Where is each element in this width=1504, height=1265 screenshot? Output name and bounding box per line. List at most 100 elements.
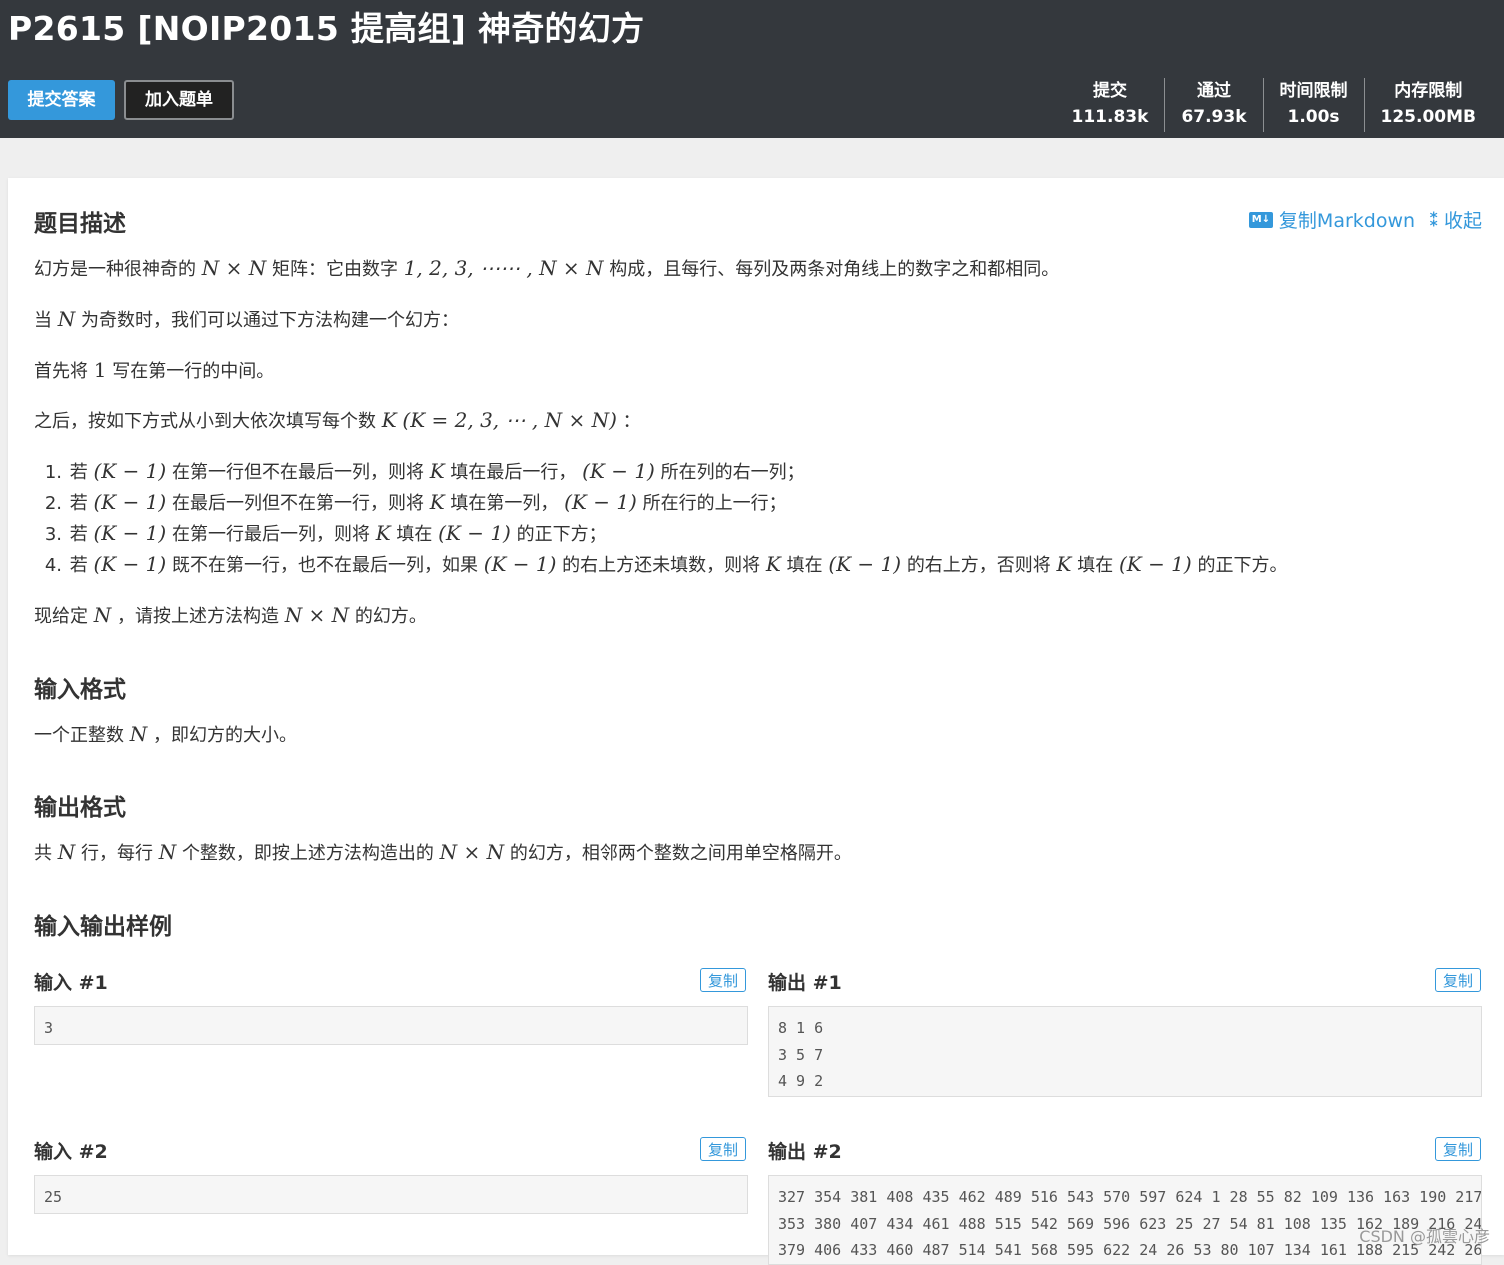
stat-label: 提交 — [1092, 81, 1127, 101]
list-item: 1. 若 (K − 1) 在第一行但不在最后一列，则将 K 填在最后一行， (K… — [34, 456, 1287, 487]
sample-input-box[interactable]: 3 — [34, 1006, 748, 1045]
output-format-heading: 输出格式 — [34, 795, 126, 821]
text: 填在最后一行， — [450, 462, 577, 483]
description-paragraph-3: 首先将 1 写在第一行的中间。 — [34, 357, 274, 383]
problem-tools: M↓ 复制Markdown ⁑ 收起 — [1248, 206, 1482, 233]
text: 若 — [69, 524, 88, 545]
text: 在第一行最后一列，则将 — [171, 524, 370, 545]
text: 的正下方。 — [1197, 555, 1288, 576]
math-K: K — [429, 459, 445, 483]
math-sequence: 1, 2, 3, ⋯⋯ , N × N — [403, 256, 604, 280]
math-K-minus-1: (K − 1) — [582, 459, 655, 483]
copy-output-button[interactable]: 复制 — [1435, 1137, 1481, 1161]
add-to-list-button[interactable]: 加入题单 — [124, 80, 234, 120]
collapse-label: 收起 — [1443, 210, 1482, 232]
math-NxN: N × N — [439, 840, 505, 864]
markdown-icon: M↓ — [1248, 211, 1273, 228]
text: 填在 — [786, 555, 823, 576]
text: 当 — [34, 310, 52, 331]
text: 的幻方。 — [354, 606, 427, 627]
list-number: 2. — [44, 493, 62, 514]
math-N: N — [93, 603, 112, 627]
sample-output-label: 输出 #2 — [768, 1141, 842, 1163]
copy-markdown-label: 复制Markdown — [1278, 210, 1416, 232]
text: 若 — [69, 462, 88, 483]
stat-value: 111.83k — [1071, 107, 1149, 127]
list-number: 3. — [44, 524, 62, 545]
text: 首先将 — [34, 361, 88, 382]
text: 填在 — [396, 524, 433, 545]
list-number: 1. — [44, 462, 62, 483]
stat-time-limit: 时间限制 1.00s — [1262, 78, 1364, 132]
problem-title: P2615 [NOIP2015 提高组] 神奇的幻方 — [8, 9, 645, 48]
math-K-minus-1: (K − 1) — [93, 552, 167, 576]
description-heading: 题目描述 — [34, 211, 126, 237]
stat-accepted: 通过 67.93k — [1164, 78, 1262, 132]
stat-value: 1.00s — [1287, 107, 1340, 127]
math-K: K — [1056, 552, 1072, 576]
text: 填在 — [1077, 555, 1114, 576]
text: 为奇数时，我们可以通过下方法构建一个幻方： — [80, 310, 459, 331]
list-item: 2. 若 (K − 1) 在最后一列但不在第一行，则将 K 填在第一列， (K … — [34, 487, 1287, 518]
list-item: 4. 若 (K − 1) 既不在第一行，也不在最后一列，如果 (K − 1) 的… — [34, 549, 1288, 580]
math-K: K — [765, 552, 781, 576]
collapse-button[interactable]: ⁑ 收起 — [1429, 206, 1482, 233]
copy-input-button[interactable]: 复制 — [700, 968, 746, 992]
text: 矩阵：它由数字 — [271, 259, 398, 280]
text: 的幻方，相邻两个整数之间用单空格隔开。 — [509, 843, 852, 864]
sample-output-label: 输出 #1 — [768, 972, 842, 994]
text: 在最后一列但不在第一行，则将 — [171, 493, 424, 514]
text: ： — [622, 411, 641, 432]
text: 的右上方，否则将 — [906, 555, 1051, 576]
math-N: N — [158, 840, 177, 864]
math-K-minus-1: (K − 1) — [828, 552, 902, 576]
output-format-text: 共 N 行，每行 N 个整数，即按上述方法构造出的 N × N 的幻方，相邻两个… — [34, 839, 852, 865]
sample-input-label: 输入 #1 — [34, 972, 108, 994]
math-K: K — [429, 490, 445, 514]
text: 所在列的右一列； — [660, 462, 805, 483]
math-K-minus-1: (K − 1) — [93, 459, 167, 483]
copy-output-button[interactable]: 复制 — [1435, 968, 1481, 992]
stat-submissions: 提交 111.83k — [1056, 78, 1165, 132]
description-paragraph-1: 幻方是一种很神奇的 N × N 矩阵：它由数字 1, 2, 3, ⋯⋯ , N … — [34, 255, 1059, 281]
sample-input-box[interactable]: 25 — [34, 1175, 748, 1214]
text: 若 — [69, 493, 88, 514]
sample-output-box[interactable]: 8 1 6 3 5 7 4 9 2 — [768, 1006, 1482, 1097]
math-N: N — [129, 722, 148, 746]
text: ，请按上述方法构造 — [116, 606, 279, 627]
stat-memory-limit: 内存限制 125.00MB — [1363, 78, 1492, 132]
text: 填在第一列， — [450, 493, 559, 514]
math-K-minus-1: (K − 1) — [564, 490, 637, 514]
math-N: N — [57, 840, 76, 864]
description-paragraph-2: 当 N 为奇数时，我们可以通过下方法构建一个幻方： — [34, 306, 459, 332]
math-NxN: N × N — [284, 603, 350, 627]
copy-input-button[interactable]: 复制 — [700, 1137, 746, 1161]
text: 现给定 — [34, 606, 88, 627]
text: ，即幻方的大小。 — [152, 725, 297, 746]
text: 在第一行但不在最后一列，则将 — [171, 462, 424, 483]
text: 一个正整数 — [34, 725, 124, 746]
text: 若 — [69, 555, 88, 576]
sample-input-label: 输入 #2 — [34, 1141, 108, 1163]
math-NxN: N × N — [201, 256, 267, 280]
text: 行，每行 — [80, 843, 153, 864]
stat-value: 125.00MB — [1380, 107, 1476, 127]
math-K-minus-1: (K − 1) — [93, 521, 167, 545]
submit-answer-button[interactable]: 提交答案 — [8, 80, 115, 120]
construction-rules-list: 1. 若 (K − 1) 在第一行但不在最后一列，则将 K 填在最后一行， (K… — [34, 456, 1288, 580]
math-K-minus-1: (K − 1) — [93, 490, 167, 514]
text: 构成，且每行、每列及两条对角线上的数字之和都相同。 — [609, 259, 1060, 280]
copy-markdown-button[interactable]: M↓ 复制Markdown — [1248, 206, 1416, 233]
math-K: K — [381, 408, 397, 432]
text: 幻方是一种很神奇的 — [34, 259, 196, 280]
stat-label: 内存限制 — [1394, 81, 1463, 101]
text: 的右上方还未填数，则将 — [562, 555, 761, 576]
input-format-heading: 输入格式 — [34, 677, 126, 703]
sample-output-box[interactable]: 327 354 381 408 435 462 489 516 543 570 … — [768, 1175, 1482, 1265]
stat-label: 通过 — [1196, 81, 1231, 101]
text: 写在第一行的中间。 — [112, 361, 275, 382]
input-format-text: 一个正整数 N ，即幻方的大小。 — [34, 721, 297, 747]
list-item: 3. 若 (K − 1) 在第一行最后一列，则将 K 填在 (K − 1) 的正… — [34, 518, 1287, 549]
problem-stats: 提交 111.83k 通过 67.93k 时间限制 1.00s 内存限制 125… — [1056, 78, 1492, 132]
text: 之后，按如下方式从小到大依次填写每个数 — [34, 411, 376, 432]
